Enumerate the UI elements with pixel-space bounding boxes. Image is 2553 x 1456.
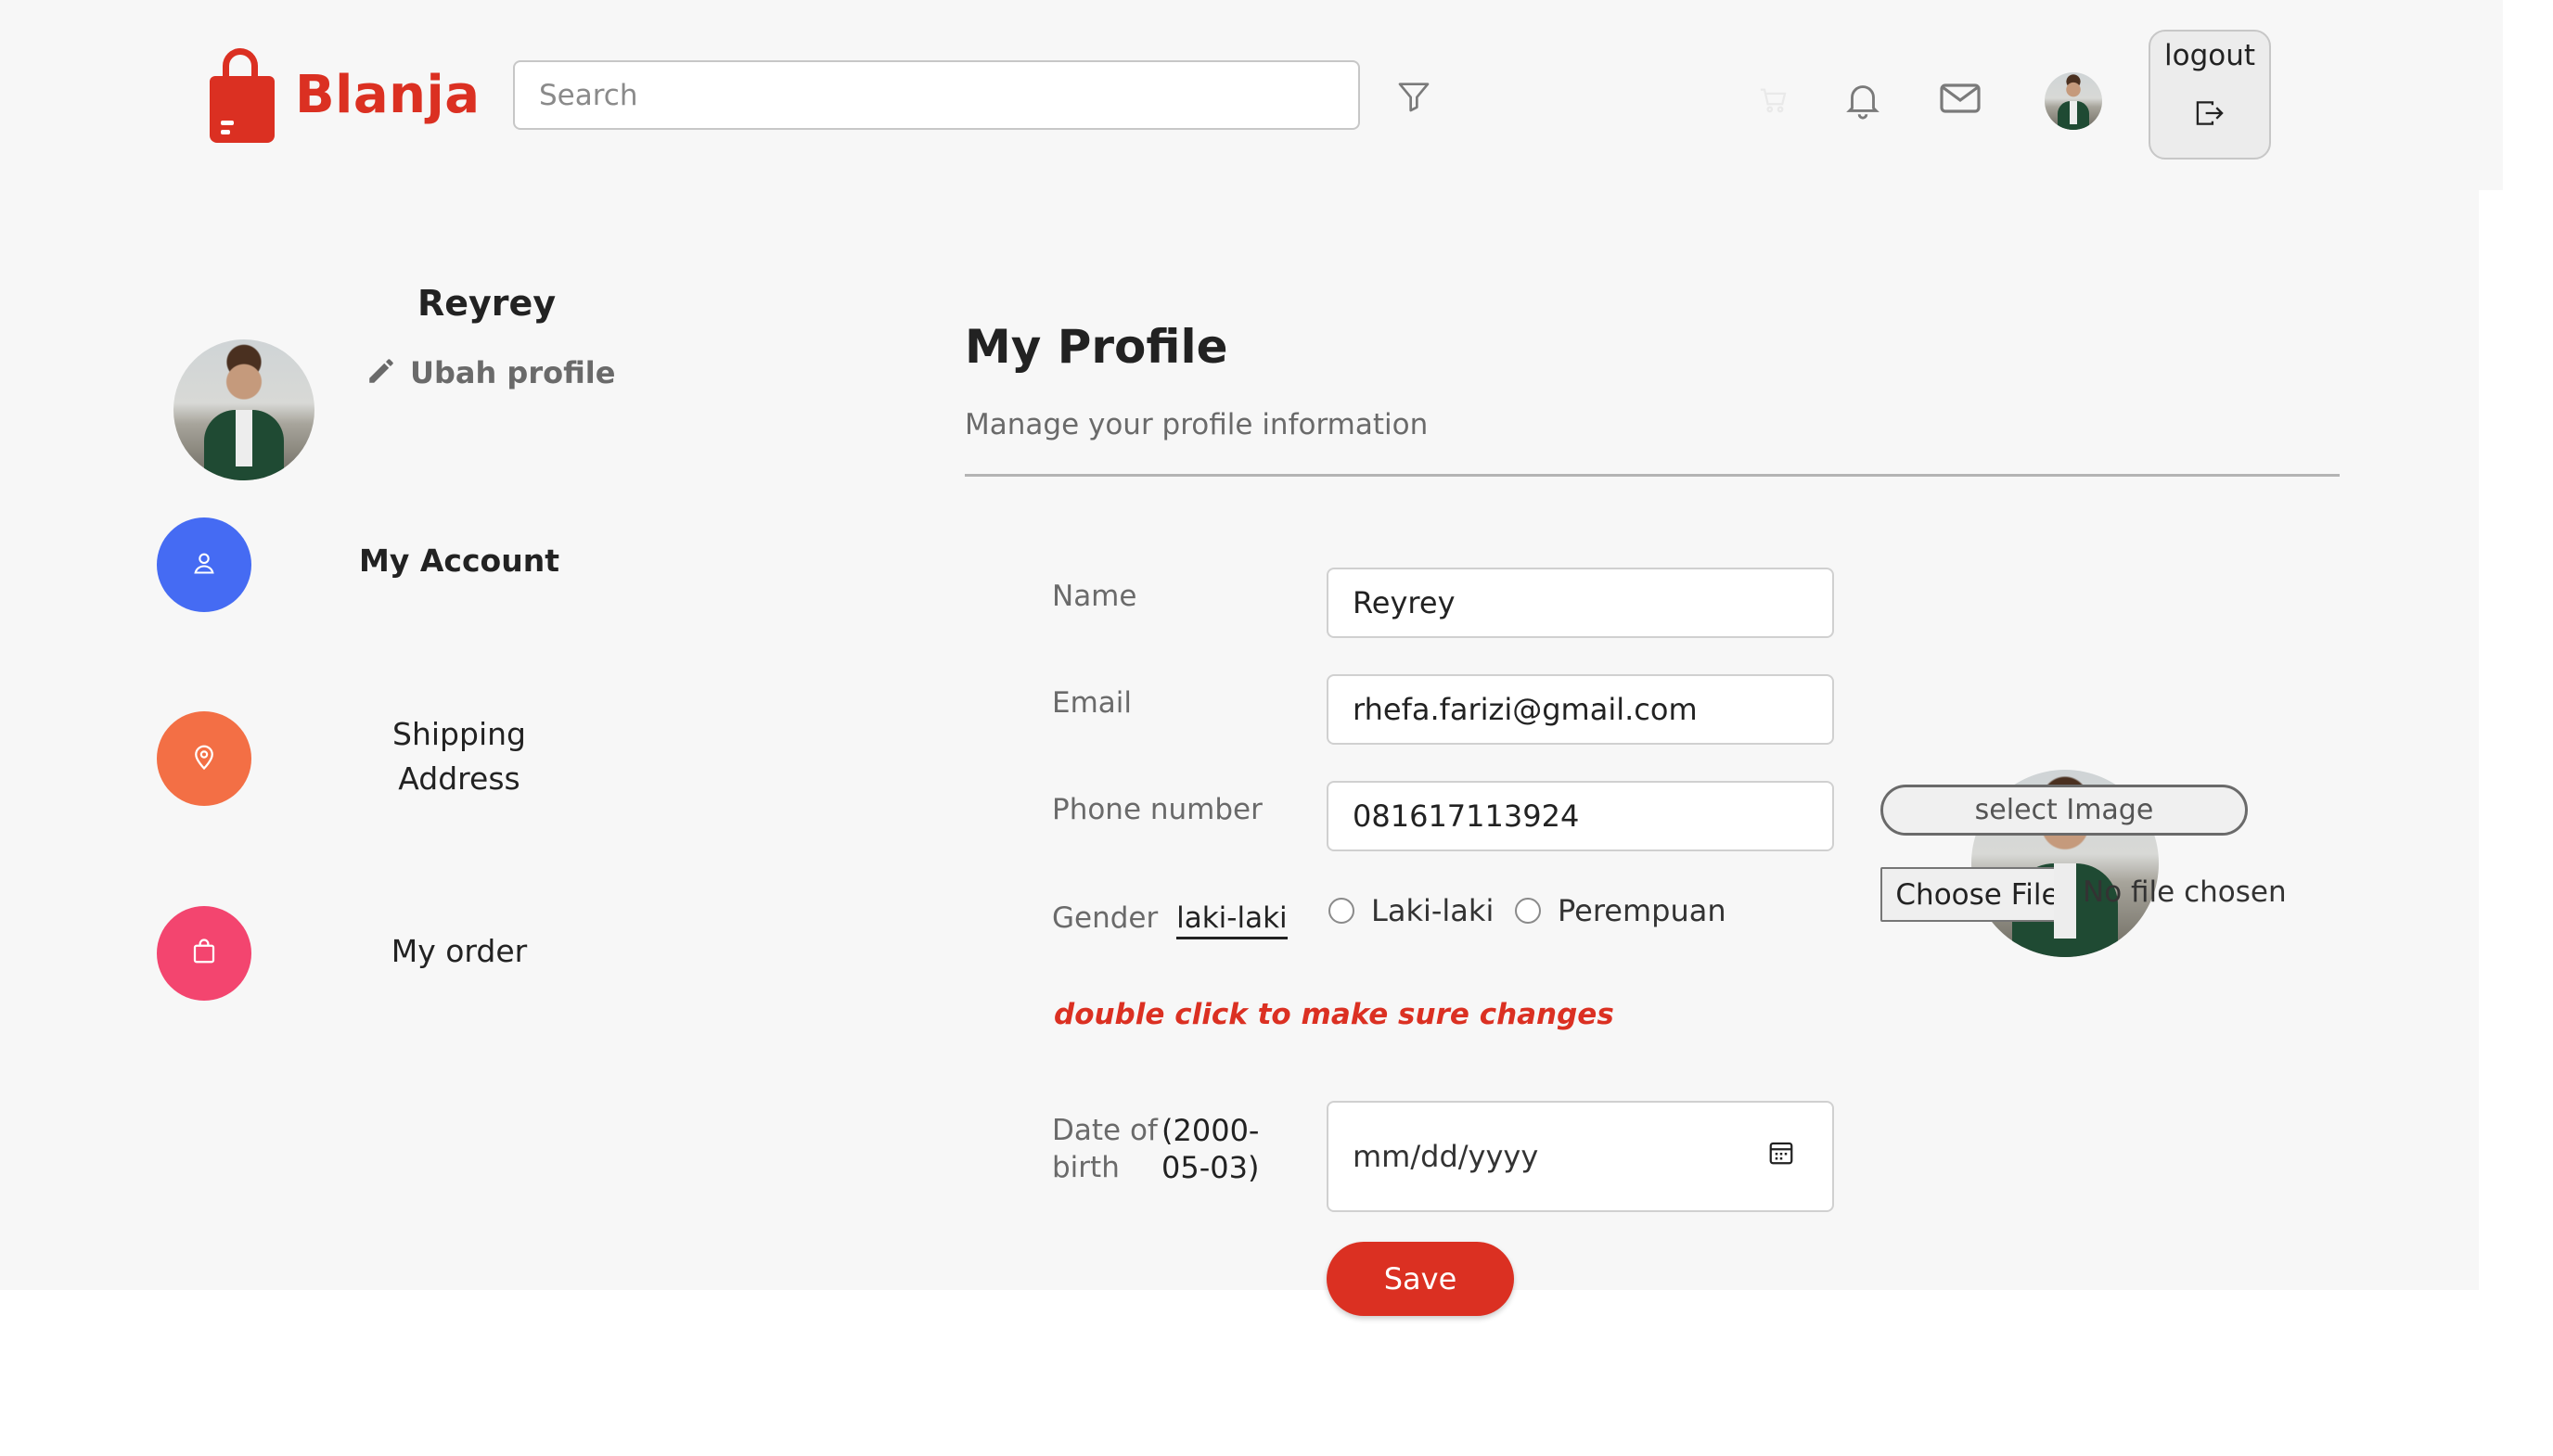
brand-name: Blanja xyxy=(295,64,481,125)
date-of-birth-input[interactable]: mm/dd/yyyy xyxy=(1327,1101,1834,1212)
shopping-bag-logo-icon xyxy=(206,46,278,143)
sidebar-item-my-account[interactable]: My Account xyxy=(306,539,612,583)
cart-icon[interactable] xyxy=(1757,83,1790,117)
filter-icon[interactable] xyxy=(1394,77,1433,116)
calendar-icon[interactable] xyxy=(1767,1139,1795,1174)
logout-button[interactable]: logout xyxy=(2149,30,2271,160)
sidebar-user-name: Reyrey xyxy=(417,283,557,324)
dob-placeholder: mm/dd/yyyy xyxy=(1353,1139,1539,1174)
choose-file-button[interactable]: Choose File xyxy=(1880,867,2074,922)
email-value: rhefa.farizi@gmail.com xyxy=(1353,692,1698,727)
my-account-circle[interactable] xyxy=(157,517,251,612)
logout-label: logout xyxy=(2163,39,2256,72)
dob-value-line2: 05-03) xyxy=(1161,1150,1260,1185)
gender-current-value: laki-laki xyxy=(1176,901,1288,939)
name-value: Reyrey xyxy=(1353,585,1456,620)
user-icon xyxy=(191,550,217,580)
change-notice: double click to make sure changes xyxy=(1054,998,1614,1031)
phone-input[interactable]: 081617113924 xyxy=(1327,781,1834,851)
dob-label: Date of birth xyxy=(1052,1112,1158,1186)
name-label: Name xyxy=(1052,580,1137,613)
section-divider xyxy=(965,474,2340,477)
no-file-chosen-label: No file chosen xyxy=(2083,875,2287,909)
edit-profile-link[interactable]: Ubah profile xyxy=(366,355,615,390)
location-pin-icon xyxy=(190,742,218,775)
email-input[interactable]: rhefa.farizi@gmail.com xyxy=(1327,674,1834,745)
sidebar-avatar xyxy=(173,339,314,480)
name-input[interactable]: Reyrey xyxy=(1327,568,1834,638)
phone-value: 081617113924 xyxy=(1353,798,1580,834)
header-avatar[interactable] xyxy=(2045,72,2102,130)
phone-label: Phone number xyxy=(1052,793,1263,826)
page-subtitle: Manage your profile information xyxy=(965,408,1429,441)
brand-logo[interactable]: Blanja xyxy=(206,46,481,143)
edit-profile-label: Ubah profile xyxy=(410,355,616,390)
logout-icon xyxy=(2193,98,2226,132)
pencil-icon xyxy=(366,355,397,390)
gender-label: Gender xyxy=(1052,901,1159,935)
gender-option-laki-laki[interactable]: Laki-laki xyxy=(1371,893,1494,928)
dob-current-value: (2000- 05-03) xyxy=(1161,1112,1259,1186)
notification-bell-icon[interactable] xyxy=(1841,76,1885,122)
shipping-address-circle[interactable] xyxy=(157,711,251,806)
save-button[interactable]: Save xyxy=(1327,1242,1514,1316)
email-label: Email xyxy=(1052,686,1133,720)
my-order-circle[interactable] xyxy=(157,906,251,1001)
page-title: My Profile xyxy=(965,320,1228,374)
dob-label-line1: Date of xyxy=(1052,1114,1158,1147)
sidebar-item-my-order[interactable]: My order xyxy=(306,929,612,974)
mail-icon[interactable] xyxy=(1937,78,1983,119)
dob-label-line2: birth xyxy=(1052,1151,1120,1184)
gender-option-perempuan[interactable]: Perempuan xyxy=(1558,893,1726,928)
gender-radio-laki-laki[interactable] xyxy=(1328,898,1354,924)
sidebar-item-shipping-address[interactable]: Shipping Address xyxy=(306,712,612,801)
gender-radio-perempuan[interactable] xyxy=(1515,898,1541,924)
select-image-button[interactable]: select Image xyxy=(1880,785,2248,836)
gender-row-label: Gender laki-laki xyxy=(1052,901,1288,939)
page-background xyxy=(0,0,2479,1290)
shopping-bag-icon xyxy=(190,938,218,969)
search-input[interactable] xyxy=(513,60,1360,130)
dob-value-line1: (2000- xyxy=(1161,1113,1260,1148)
